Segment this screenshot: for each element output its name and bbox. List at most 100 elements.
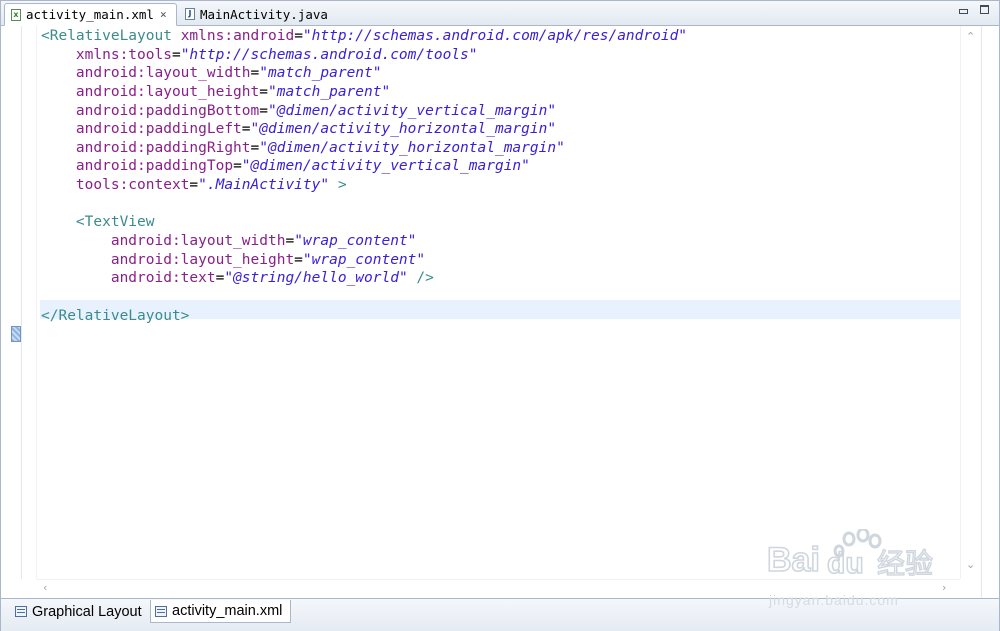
xml-source-icon: [155, 605, 167, 617]
java-file-icon: J: [185, 8, 195, 20]
code-token-val: "wrap_content": [294, 233, 417, 250]
code-line[interactable]: [41, 325, 957, 344]
code-token-punct: [41, 233, 111, 249]
code-token-punct: [41, 121, 76, 137]
code-token-punct: =: [259, 83, 268, 100]
code-token-punct: [41, 252, 111, 268]
code-token-tag: />: [407, 270, 434, 287]
tab-mainactivity-java[interactable]: J MainActivity.java: [179, 3, 339, 25]
editor-window: x activity_main.xml ⨯ J MainActivity.jav…: [0, 0, 1000, 631]
vertical-scrollbar[interactable]: ⌃ ⌄: [960, 26, 981, 579]
tab-graphical-layout[interactable]: Graphical Layout: [11, 600, 149, 623]
code-line[interactable]: android:layout_height="match_parent": [41, 83, 957, 102]
tab-label: activity_main.xml: [26, 7, 154, 22]
code-line[interactable]: android:layout_height="wrap_content": [41, 251, 957, 270]
code-token-attr: android:layout_width: [110, 233, 286, 250]
code-token-punct: =: [285, 233, 295, 250]
code-token-punct: [41, 177, 76, 193]
code-line[interactable]: android:paddingLeft="@dimen/activity_hor…: [41, 120, 957, 139]
code-line[interactable]: android:layout_width="match_parent": [41, 64, 957, 83]
code-token-val: "http://schemas.android.com/apk/res/andr…: [302, 28, 688, 44]
code-token-tag: <TextView: [75, 214, 155, 231]
close-icon[interactable]: ⨯: [160, 8, 167, 21]
editor-tab-bar: x activity_main.xml ⨯ J MainActivity.jav…: [1, 1, 999, 26]
annotation-ruler[interactable]: [2, 26, 22, 579]
code-token-punct: [41, 65, 76, 81]
code-token-attr: android:text: [110, 270, 216, 287]
code-token-punct: =: [189, 177, 199, 194]
code-token-punct: =: [259, 102, 268, 119]
tab-xml-source[interactable]: activity_main.xml: [150, 600, 291, 623]
code-token-attr: xmlns:android: [180, 28, 295, 44]
code-token-attr: android:paddingTop: [75, 158, 234, 175]
tab-label: Graphical Layout: [32, 603, 142, 620]
code-line[interactable]: xmlns:tools="http://schemas.android.com/…: [41, 46, 957, 65]
code-token-val: "match_parent": [267, 83, 391, 100]
code-token-attr: android:paddingRight: [75, 139, 251, 156]
code-token-tag: >: [329, 177, 347, 194]
code-line[interactable]: android:paddingRight="@dimen/activity_ho…: [41, 139, 957, 158]
code-token-attr: android:layout_height: [75, 83, 260, 100]
overview-ruler[interactable]: [981, 26, 999, 599]
watermark-brand-2: du: [827, 547, 864, 580]
source-editor[interactable]: <RelativeLayout xmlns:android="http://sc…: [41, 27, 957, 344]
code-line[interactable]: <RelativeLayout xmlns:android="http://sc…: [41, 27, 957, 46]
code-token-attr: xmlns:tools: [75, 46, 172, 63]
code-token-punct: [41, 47, 76, 63]
maximize-icon[interactable]: [980, 5, 989, 14]
tab-label: MainActivity.java: [200, 6, 328, 22]
code-token-attr: android:paddingBottom: [75, 102, 260, 119]
code-token-attr: android:layout_height: [110, 251, 295, 268]
code-token-punct: [41, 270, 111, 286]
code-token-tag: <RelativeLayout: [41, 28, 181, 44]
code-line[interactable]: android:layout_width="wrap_content": [41, 232, 957, 251]
code-token-punct: =: [233, 158, 242, 175]
tab-activity-main-xml[interactable]: x activity_main.xml ⨯: [4, 3, 177, 26]
code-token-tag: </RelativeLayout>: [41, 307, 190, 324]
code-token-val: "wrap_content": [302, 251, 426, 268]
folding-ruler[interactable]: [22, 26, 37, 579]
code-token-val: "@string/hello_world": [224, 270, 408, 287]
scroll-right-icon[interactable]: ›: [942, 581, 946, 594]
horizontal-scrollbar[interactable]: ‹ ›: [37, 579, 960, 599]
code-token-val: "match_parent": [259, 65, 382, 82]
code-token-punct: =: [171, 46, 181, 63]
code-token-punct: =: [294, 28, 303, 44]
code-token-val: "http://schemas.android.com/tools": [180, 46, 478, 63]
code-line[interactable]: tools:context=".MainActivity" >: [41, 176, 957, 195]
code-token-val: "@dimen/activity_vertical_margin": [267, 102, 557, 119]
code-token-attr: android:layout_width: [75, 65, 251, 82]
xml-file-icon: x: [11, 8, 21, 21]
code-token-punct: =: [294, 251, 303, 268]
code-line[interactable]: </RelativeLayout>: [41, 307, 957, 326]
code-token-val: "@dimen/activity_horizontal_margin": [259, 139, 565, 156]
code-line[interactable]: [41, 288, 957, 307]
tab-label: activity_main.xml: [172, 603, 283, 619]
scroll-down-icon[interactable]: ⌄: [966, 558, 975, 571]
code-token-punct: [41, 158, 76, 174]
code-line[interactable]: android:paddingTop="@dimen/activity_vert…: [41, 157, 957, 176]
scroll-up-icon[interactable]: ⌃: [966, 30, 975, 43]
code-token-val: ".MainActivity": [198, 177, 330, 194]
layout-icon: [15, 606, 27, 617]
code-token-punct: =: [250, 65, 260, 82]
editor-page-tabs: Graphical Layout activity_main.xml: [1, 598, 999, 631]
code-token-punct: [41, 214, 76, 230]
code-token-punct: [41, 84, 76, 100]
code-line[interactable]: android:paddingBottom="@dimen/activity_v…: [41, 102, 957, 121]
window-controls: [959, 5, 989, 14]
code-line[interactable]: <TextView: [41, 213, 957, 232]
code-token-punct: =: [250, 139, 260, 156]
code-line[interactable]: android:text="@string/hello_world" />: [41, 269, 957, 288]
watermark-brand: Bai: [767, 541, 820, 579]
code-line[interactable]: [41, 195, 957, 214]
scroll-left-icon[interactable]: ‹: [43, 581, 47, 594]
minimize-icon[interactable]: [959, 9, 968, 14]
watermark-cn: 经验: [877, 547, 933, 580]
code-token-attr: android:paddingLeft: [75, 121, 242, 138]
code-token-val: "@dimen/activity_horizontal_margin": [250, 121, 557, 138]
code-token-attr: tools:context: [75, 177, 190, 194]
code-token-punct: =: [241, 121, 251, 138]
code-token-punct: [41, 140, 76, 156]
code-token-val: "@dimen/activity_vertical_margin": [241, 158, 530, 175]
